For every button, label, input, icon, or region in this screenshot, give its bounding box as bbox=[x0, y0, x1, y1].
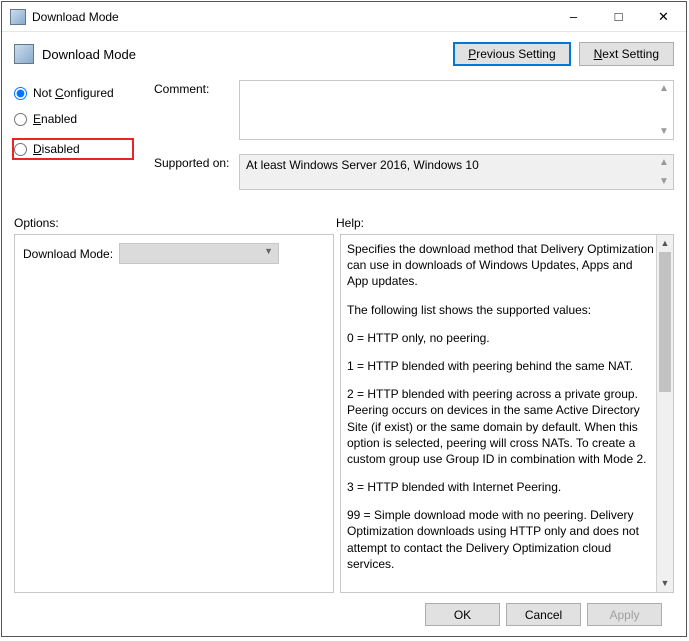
panels: Download Mode: ▼ Specifies the download … bbox=[14, 234, 674, 593]
config-area: Not Configured Enabled Disabled Comment:… bbox=[14, 80, 674, 204]
ok-button[interactable]: OK bbox=[425, 603, 500, 626]
app-icon bbox=[10, 9, 26, 25]
supported-row: Supported on: At least Windows Server 20… bbox=[154, 154, 674, 190]
radio-disabled[interactable]: Disabled bbox=[12, 138, 134, 160]
comment-label: Comment: bbox=[154, 80, 239, 140]
apply-button[interactable]: Apply bbox=[587, 603, 662, 626]
titlebar: Download Mode – □ ✕ bbox=[2, 2, 686, 32]
help-text: 2 = HTTP blended with peering across a p… bbox=[347, 386, 655, 467]
scroll-up-icon: ▲ bbox=[657, 83, 671, 94]
radio-enabled[interactable]: Enabled bbox=[14, 112, 134, 126]
help-text: The following list shows the supported v… bbox=[347, 302, 655, 318]
next-setting-label-rest: ext Setting bbox=[602, 47, 659, 61]
help-text: 1 = HTTP blended with peering behind the… bbox=[347, 358, 655, 374]
scroll-down-icon: ▼ bbox=[657, 176, 671, 187]
help-panel: Specifies the download method that Deliv… bbox=[340, 234, 674, 593]
help-text: 3 = HTTP blended with Internet Peering. bbox=[347, 479, 655, 495]
next-setting-button[interactable]: Next Setting bbox=[579, 42, 674, 66]
scroll-thumb[interactable] bbox=[659, 252, 671, 392]
help-label: Help: bbox=[336, 216, 364, 230]
radio-disabled-input[interactable] bbox=[14, 143, 27, 156]
scroll-up-icon[interactable]: ▲ bbox=[657, 235, 673, 252]
header-row: Download Mode Previous Setting Next Sett… bbox=[14, 42, 674, 66]
panel-labels: Options: Help: bbox=[14, 216, 674, 230]
radio-not-configured[interactable]: Not Configured bbox=[14, 86, 134, 100]
download-mode-option: Download Mode: ▼ bbox=[23, 243, 325, 264]
policy-icon bbox=[14, 44, 34, 64]
download-mode-select[interactable] bbox=[119, 243, 279, 264]
help-scrollbar[interactable]: ▲ ▼ bbox=[656, 235, 673, 592]
comment-row: Comment: ▲ ▼ bbox=[154, 80, 674, 140]
dialog-window: Download Mode – □ ✕ Download Mode Previo… bbox=[1, 1, 687, 637]
scroll-down-icon[interactable]: ▼ bbox=[657, 575, 673, 592]
supported-value: At least Windows Server 2016, Windows 10 bbox=[246, 158, 479, 172]
window-controls: – □ ✕ bbox=[551, 2, 686, 31]
fields-area: Comment: ▲ ▼ Supported on: At least Wind… bbox=[154, 80, 674, 204]
policy-title: Download Mode bbox=[42, 47, 445, 62]
help-text: 99 = Simple download mode with no peerin… bbox=[347, 507, 655, 572]
scroll-up-icon: ▲ bbox=[657, 157, 671, 168]
content-area: Download Mode Previous Setting Next Sett… bbox=[2, 32, 686, 636]
scroll-down-icon: ▼ bbox=[657, 126, 671, 137]
cancel-button[interactable]: Cancel bbox=[506, 603, 581, 626]
minimize-button[interactable]: – bbox=[551, 2, 596, 31]
window-title: Download Mode bbox=[32, 10, 551, 24]
previous-setting-button[interactable]: Previous Setting bbox=[453, 42, 570, 66]
radio-enabled-input[interactable] bbox=[14, 113, 27, 126]
options-panel: Download Mode: ▼ bbox=[14, 234, 334, 593]
maximize-button[interactable]: □ bbox=[596, 2, 641, 31]
options-label: Options: bbox=[14, 216, 336, 230]
help-text: Specifies the download method that Deliv… bbox=[347, 241, 655, 290]
footer: OK Cancel Apply bbox=[14, 593, 674, 636]
supported-label: Supported on: bbox=[154, 154, 239, 190]
supported-value-box: At least Windows Server 2016, Windows 10… bbox=[239, 154, 674, 190]
radio-not-configured-input[interactable] bbox=[14, 87, 27, 100]
previous-setting-label-rest: revious Setting bbox=[476, 47, 555, 61]
help-text: 0 = HTTP only, no peering. bbox=[347, 330, 655, 346]
download-mode-label: Download Mode: bbox=[23, 247, 113, 261]
state-radios: Not Configured Enabled Disabled bbox=[14, 80, 134, 204]
close-button[interactable]: ✕ bbox=[641, 2, 686, 31]
comment-textarea[interactable]: ▲ ▼ bbox=[239, 80, 674, 140]
